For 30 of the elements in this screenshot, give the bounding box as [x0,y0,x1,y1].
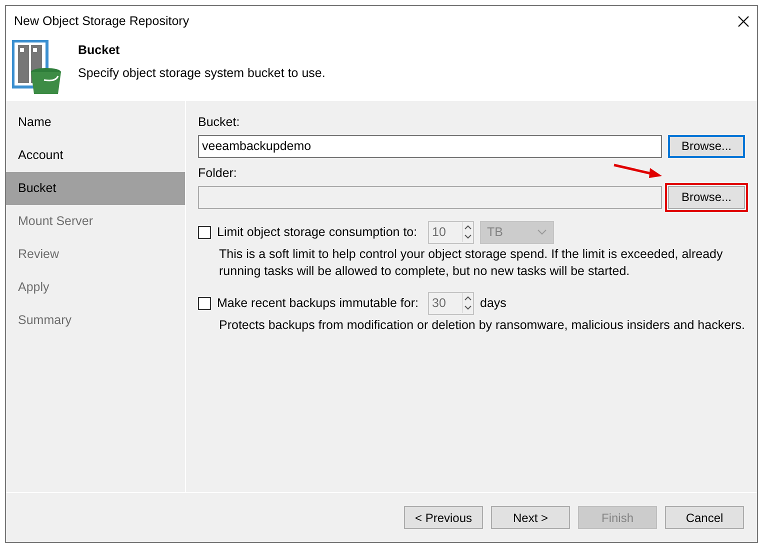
field-label: Folder: [198,166,237,180]
spin-arrows-icon[interactable] [462,293,473,313]
wizard-button[interactable]: Next > [491,506,570,529]
wizard-step[interactable]: Account [6,139,185,172]
number-spinner[interactable]: 10 [428,220,474,244]
text-field[interactable] [198,186,662,208]
page-subtitle: Specify object storage system bucket to use. [78,64,326,82]
field-label: Bucket: [198,115,240,129]
wizard-button[interactable]: Cancel [665,506,744,529]
option-label: Limit object storage consumption to: [217,224,418,241]
option-label: Make recent backups immutable for: [217,294,420,312]
option-description: This is a soft limit to help control your object storage spend. If the limit is exceeded, already running tasks will be allowed to complete, but no new tasks will be started. [218,246,724,280]
checkbox[interactable] [198,226,211,238]
text-field[interactable]: veeambackupdemo [198,134,662,158]
wizard-step[interactable]: Name [6,106,185,139]
option-description: Protects backups from modification or deletion by ransomware, malicious insiders and hackers. [218,316,745,334]
window-title: New Object Storage Repository [14,12,190,30]
annotation-arrow [613,163,663,179]
browse-button[interactable]: Browse... [668,186,745,208]
close-icon[interactable] [738,16,749,26]
chevron-down-icon [537,229,547,235]
checkbox[interactable] [198,296,211,310]
unit-label: days [480,294,506,312]
browse-button[interactable]: Browse... [668,134,745,158]
spin-arrows-icon[interactable] [462,222,473,242]
bucket-repository-icon [12,40,64,96]
wizard-step[interactable]: Bucket [6,172,185,205]
wizard-button[interactable]: < Previous [404,506,483,529]
number-spinner[interactable]: 30 [428,292,474,314]
page-title: Bucket [78,42,121,59]
